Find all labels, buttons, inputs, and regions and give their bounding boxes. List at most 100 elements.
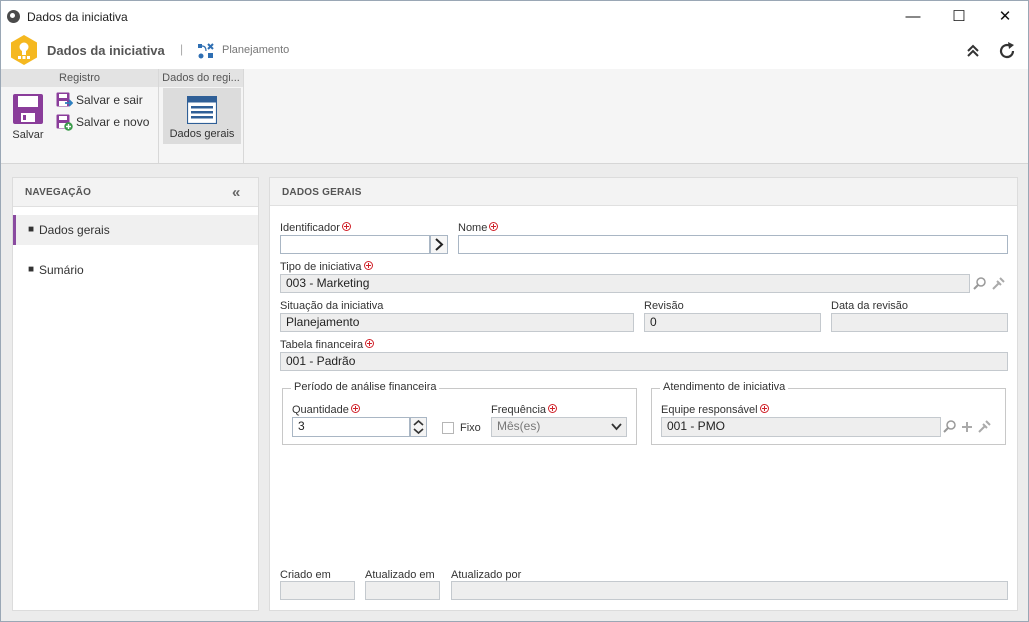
identificador-label: Identificador [280,222,351,234]
window: Dados da iniciativa — ☐ ✕ Dados da inici… [0,0,1029,622]
atualizado-por-label: Atualizado por [451,569,522,581]
frequencia-label: Frequência [491,404,558,416]
situacao-field: Planejamento [280,313,634,332]
ribbon-group-registro: Registro [1,69,158,87]
save-exit-icon [56,92,73,107]
collapse-header-icon[interactable] [962,40,984,62]
nav-item-dados-gerais[interactable]: ■ Dados gerais [13,215,258,245]
tabela-label-text: Tabela financeira [280,339,364,351]
save-exit-label: Salvar e sair [76,93,143,107]
tipo-label-text: Tipo de iniciativa [280,261,362,273]
fixo-label: Fixo [460,422,481,434]
navigation-header: NAVEGAÇÃO « [13,178,258,207]
window-title: Dados da iniciativa [27,10,128,24]
nome-input[interactable] [458,235,1008,254]
navigation-title: NAVEGAÇÃO [25,187,92,198]
revisao-field: 0 [644,313,821,332]
identificador-input[interactable] [280,235,430,254]
nav-item-label: Sumário [39,263,84,277]
form-icon [187,96,217,124]
general-data-panel: DADOS GERAIS Identificador Nome Tipo de … [269,177,1018,611]
tipo-field[interactable]: 003 - Marketing [280,274,970,293]
revisao-label: Revisão [644,300,684,312]
save-label: Salvar [12,129,44,141]
atualizado-em-field [365,581,440,600]
equipe-label-text: Equipe responsável [661,404,758,416]
nav-item-sumario[interactable]: ■ Sumário [13,255,258,285]
title-bar: Dados da iniciativa — ☐ ✕ [1,1,1028,32]
save-exit-button[interactable]: Salvar e sair [56,91,151,109]
periodo-legend: Período de análise financeira [291,381,440,393]
nav-item-label: Dados gerais [39,223,110,237]
ribbon-divider [243,69,244,163]
search-icon[interactable] [942,419,958,435]
navigation-panel: NAVEGAÇÃO « ■ Dados gerais ■ Sumário [12,177,259,611]
save-new-button[interactable]: Salvar e novo [56,113,156,131]
bullet-icon: ■ [28,264,35,275]
clear-icon[interactable] [990,276,1006,292]
ribbon-divider [158,69,159,163]
tabela-label: Tabela financeira [280,339,375,351]
data-revisao-label: Data da revisão [831,300,909,312]
frequencia-label-text: Frequência [491,404,547,416]
general-data-label: Dados gerais [169,128,235,140]
save-new-label: Salvar e novo [76,115,150,129]
required-icon [548,404,558,413]
atendimento-legend: Atendimento de iniciativa [660,381,789,393]
close-button[interactable]: ✕ [982,1,1028,32]
nome-label-text: Nome [458,222,488,234]
required-icon [341,222,351,231]
frequencia-select[interactable]: Mês(es) [491,417,627,437]
panel-title: DADOS GERAIS [282,187,362,198]
panel-header: DADOS GERAIS [270,178,1017,206]
search-icon[interactable] [972,276,988,292]
refresh-icon[interactable] [996,40,1018,62]
identificador-next-button[interactable] [430,235,448,254]
save-button[interactable]: Salvar [6,91,50,143]
criado-em-label: Criado em [280,569,331,581]
atendimento-groupbox: Atendimento de iniciativa Equipe respons… [651,381,1006,445]
ribbon: Registro Dados do regi... Salvar Salvar … [1,69,1028,164]
identificador-label-text: Identificador [280,222,340,234]
ribbon-group-dados: Dados do regi... [159,69,243,87]
quantidade-input[interactable]: 3 [292,417,410,437]
required-icon [363,261,373,270]
collapse-navigation-icon[interactable]: « [232,184,240,201]
required-icon [489,222,499,231]
required-icon [759,404,769,413]
add-icon[interactable] [959,419,975,435]
initiative-logo-icon [11,35,37,65]
app-icon [7,10,20,23]
atualizado-por-field [451,581,1008,600]
situacao-label: Situação da iniciativa [280,300,384,312]
tabela-field[interactable]: 001 - Padrão [280,352,1008,371]
stepper-arrows-icon [413,419,424,435]
nome-label: Nome [458,222,499,234]
chevron-down-icon [611,423,622,431]
general-data-button[interactable]: Dados gerais [163,88,241,144]
header: Dados da iniciativa | Planejamento [1,32,1028,69]
quantidade-label: Quantidade [292,404,360,416]
equipe-label: Equipe responsável [661,404,769,416]
bullet-icon: ■ [28,224,35,235]
fixo-checkbox[interactable] [442,422,454,434]
criado-em-field [280,581,355,600]
data-revisao-field [831,313,1008,332]
save-new-icon [56,114,73,131]
planning-status-icon [198,43,214,59]
frequencia-value: Mês(es) [497,419,541,433]
chevron-right-icon [435,238,444,251]
quantidade-stepper[interactable] [410,417,427,437]
page-title: Dados da iniciativa [47,43,165,58]
periodo-groupbox: Período de análise financeira Quantidade… [282,381,637,445]
equipe-field[interactable]: 001 - PMO [661,417,941,437]
atualizado-em-label: Atualizado em [365,569,435,581]
quantidade-label-text: Quantidade [292,404,349,416]
maximize-button[interactable]: ☐ [936,1,982,32]
clear-icon[interactable] [976,419,992,435]
minimize-button[interactable]: — [890,1,936,32]
required-icon [350,404,360,413]
tipo-label: Tipo de iniciativa [280,261,373,273]
save-icon [13,94,43,124]
required-icon [365,339,375,348]
